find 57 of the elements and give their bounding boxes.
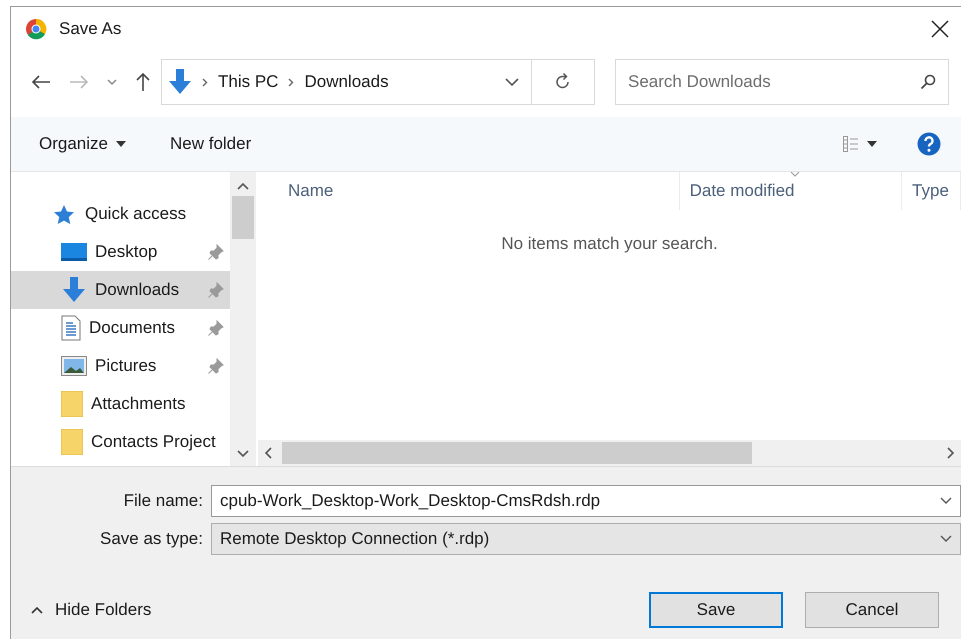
chevron-down-icon[interactable] [940,535,952,543]
hide-folders-button[interactable]: Hide Folders [31,600,152,620]
sidebar-item[interactable]: Downloads [11,271,230,309]
chevron-right-icon [202,78,208,86]
star-icon [53,204,75,224]
view-list-icon [843,136,859,152]
file-name-field[interactable]: cpub-Work_Desktop-Work_Desktop-CmsRdsh.rdp [211,485,961,517]
column-header[interactable]: Type [902,172,961,210]
chevron-up-icon [31,606,43,614]
breadcrumb[interactable]: This PC [218,72,278,92]
breadcrumb[interactable]: Downloads [304,72,389,92]
close-icon[interactable] [931,20,949,38]
empty-message: No items match your search. [501,234,718,255]
help-icon[interactable] [917,132,941,156]
scrollbar-thumb[interactable] [282,442,752,464]
refresh-icon[interactable] [555,73,571,91]
chevron-right-icon [288,78,294,86]
scrollbar-thumb[interactable] [232,196,254,239]
monitor-icon [61,242,87,262]
caret-icon [116,141,126,147]
new-folder-button[interactable]: New folder [170,130,252,158]
scroll-left-icon[interactable] [264,447,272,459]
down-arrow-icon [168,69,192,95]
save-button[interactable]: Save [649,592,783,628]
sidebar-item[interactable]: Attachments [11,385,230,423]
document-icon [61,315,81,341]
column-header[interactable]: Name [258,172,680,210]
sidebar-item[interactable]: Documents [11,309,230,347]
search-icon[interactable] [920,74,936,90]
column-header[interactable]: Date modified [680,172,902,210]
folder-icon [61,391,83,417]
search-field[interactable]: Search Downloads [615,59,949,105]
field-label: File name: [122,491,203,511]
sidebar-item[interactable]: Desktop [11,233,230,271]
chevron-down-icon[interactable] [107,78,117,86]
back-arrow-icon[interactable] [31,74,51,90]
address-bar[interactable]: This PC Downloads [161,59,595,105]
sidebar-item[interactable]: Quick access [11,195,230,233]
file-type-dropdown[interactable]: Remote Desktop Connection (*.rdp) [211,523,961,555]
organize-menu[interactable]: Organize [39,130,126,158]
down-arrow-icon [61,277,87,303]
field-label: Save as type: [98,529,203,549]
folder-icon [61,429,83,455]
picture-icon [61,356,87,376]
window-title: Save As [59,19,122,39]
up-arrow-icon[interactable] [135,72,151,92]
sidebar-item[interactable]: Contacts Project [11,423,230,461]
chevron-down-icon[interactable] [505,77,519,87]
scroll-up-icon[interactable] [237,182,249,190]
scroll-right-icon[interactable] [947,447,955,459]
search-placeholder: Search Downloads [628,72,771,92]
sidebar-item[interactable]: Pictures [11,347,230,385]
cancel-button[interactable]: Cancel [805,592,939,628]
caret-icon [867,141,877,147]
chevron-down-icon[interactable] [940,497,952,505]
scroll-down-icon[interactable] [237,450,249,458]
browser-logo-icon [25,18,47,40]
